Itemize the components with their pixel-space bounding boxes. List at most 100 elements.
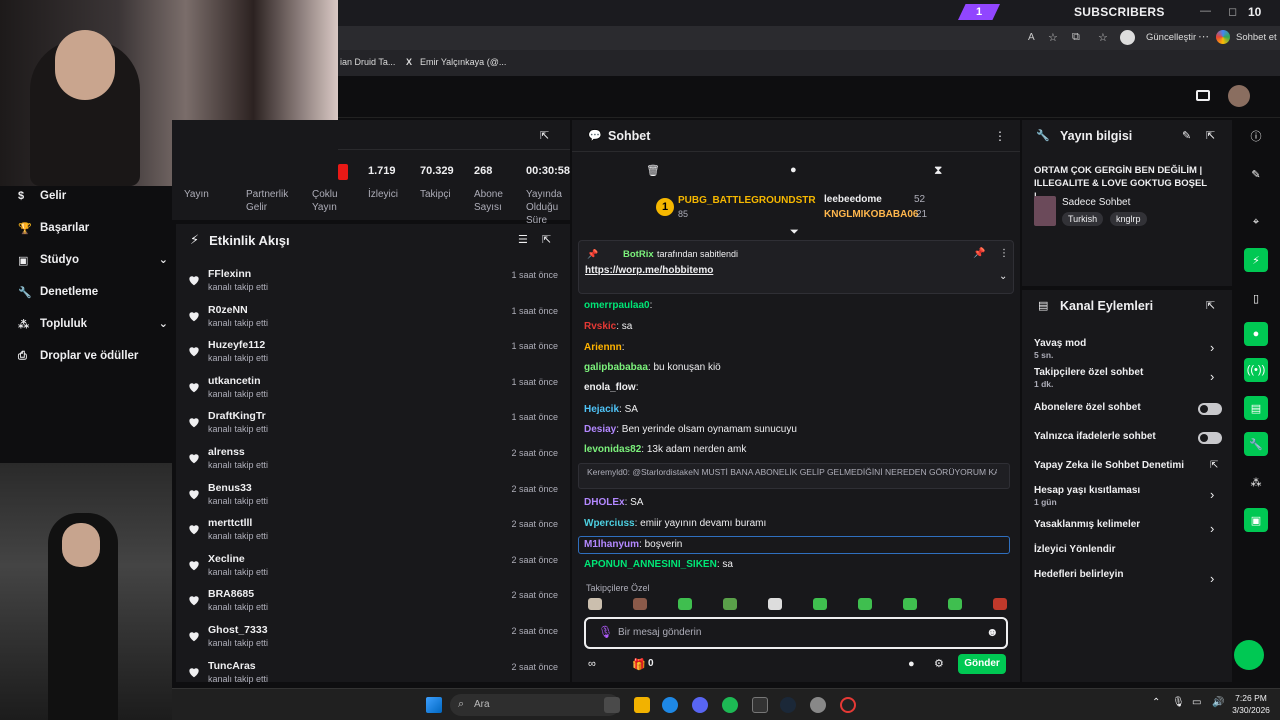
taskbar-search[interactable]: ⌕ Ara: [450, 694, 620, 716]
sidebar-item-4[interactable]: ⁂ Topluluk ⌄: [18, 314, 168, 334]
external-link-icon[interactable]: ⇱: [1210, 460, 1218, 471]
feed-user-name[interactable]: FFlexinn: [208, 268, 251, 280]
lightning-icon[interactable]: ⚡: [1244, 248, 1268, 272]
toggle-switch[interactable]: [1198, 432, 1222, 444]
collapse-icon[interactable]: ⏷: [790, 226, 799, 239]
microphone-icon[interactable]: 🎙: [598, 625, 613, 639]
restore-icon[interactable]: ◻: [1228, 5, 1237, 18]
feed-user-name[interactable]: Xecline: [208, 553, 245, 565]
pinned-menu-icon[interactable]: ⋮: [999, 248, 1009, 259]
info-icon[interactable]: ⓘ: [1244, 124, 1268, 148]
chat-button[interactable]: Sohbet et: [1236, 32, 1277, 43]
chat-username[interactable]: levonidas82: [584, 444, 641, 455]
broadcast-icon[interactable]: ((•)): [1244, 358, 1268, 382]
channel-action-label[interactable]: Hesap yaşı kısıtlaması: [1034, 485, 1140, 496]
chevron-right-icon[interactable]: ›: [1210, 369, 1214, 384]
edit-icon[interactable]: ✎: [1244, 162, 1268, 186]
document-icon[interactable]: ▯: [1244, 286, 1268, 310]
wrench-icon[interactable]: 🔧: [1244, 432, 1268, 456]
clapper-icon[interactable]: ▣: [1244, 508, 1268, 532]
chat-icon[interactable]: ●: [790, 164, 797, 176]
feed-user-name[interactable]: R0zeNN: [208, 304, 248, 316]
settings-gear-icon[interactable]: ⚙: [934, 657, 944, 670]
channel-action-label[interactable]: Hedefleri belirleyin: [1034, 569, 1123, 580]
popout-icon[interactable]: ⇱: [542, 233, 551, 246]
channel-action-label[interactable]: İzleyici Yönlendir: [1034, 544, 1116, 555]
emote-icon[interactable]: [588, 598, 602, 610]
spotify-icon[interactable]: [722, 697, 738, 713]
chat-username[interactable]: galipbababaa: [584, 362, 648, 373]
unpin-icon[interactable]: 📌: [973, 248, 985, 259]
settings-icon[interactable]: [810, 697, 826, 713]
feed-user-name[interactable]: Ghost_7333: [208, 624, 268, 636]
obs-icon[interactable]: [840, 697, 856, 713]
microphone-tray-icon[interactable]: 🎙: [1172, 697, 1185, 708]
stream-manager-icon[interactable]: [1196, 90, 1210, 101]
popout-icon[interactable]: ⇱: [1206, 299, 1215, 312]
chat-username[interactable]: Ariennn: [584, 342, 622, 353]
tray-chevron-icon[interactable]: ⌃: [1152, 697, 1160, 708]
user-avatar[interactable]: [1228, 85, 1250, 107]
tag-chip[interactable]: knglrp: [1110, 212, 1147, 226]
emoji-icon[interactable]: ☻: [986, 625, 999, 639]
chat-username[interactable]: Wperciuss: [584, 518, 635, 529]
emote-icon[interactable]: [903, 598, 917, 610]
feed-user-name[interactable]: TuncAras: [208, 660, 256, 672]
trash-icon[interactable]: 🗑: [646, 164, 660, 177]
reply-message-box[interactable]: Keremyld0: @StarlordistakeN MUSTİ BANA A…: [578, 463, 1010, 489]
taskbar-time[interactable]: 7:26 PM: [1226, 693, 1276, 703]
chevron-right-icon[interactable]: ›: [1210, 521, 1214, 536]
chevron-down-icon[interactable]: ⌄: [159, 253, 168, 266]
task-view-icon[interactable]: [604, 697, 620, 713]
gift-icon[interactable]: 🎁: [632, 658, 646, 671]
taskbar-date[interactable]: 3/30/2026: [1226, 705, 1276, 715]
sidebar-item-5[interactable]: ⎙ Droplar ve ödüller: [18, 346, 168, 366]
collections-icon[interactable]: ☆: [1098, 31, 1108, 44]
volume-icon[interactable]: 🔊: [1212, 697, 1224, 708]
chevron-right-icon[interactable]: ›: [1210, 340, 1214, 355]
edit-pencil-icon[interactable]: ✎: [1182, 129, 1191, 142]
emote-icon[interactable]: [678, 598, 692, 610]
channel-actions-icon[interactable]: ▤: [1244, 396, 1268, 420]
chevron-down-icon[interactable]: ⌄: [159, 317, 168, 330]
channel-action-label[interactable]: Yasaklanmış kelimeler: [1034, 519, 1140, 530]
chat-username[interactable]: enola_flow: [584, 382, 636, 393]
channel-action-label[interactable]: Abonelere özel sohbet: [1034, 402, 1141, 413]
profile-avatar[interactable]: [1120, 30, 1135, 45]
sidebar-item-0[interactable]: $ Gelir: [18, 186, 168, 206]
send-button[interactable]: Gönder: [958, 654, 1006, 674]
chevron-right-icon[interactable]: ›: [1210, 487, 1214, 502]
edge-browser-icon[interactable]: [662, 697, 678, 713]
feed-user-name[interactable]: DraftKingTr: [208, 410, 266, 422]
chat-username[interactable]: APONUN_ANNESINI_SIKEN: [584, 559, 717, 570]
chat-username[interactable]: omerrpaulaa0: [584, 300, 650, 311]
emote-icon[interactable]: [813, 598, 827, 610]
filter-icon[interactable]: ☰: [518, 233, 528, 246]
channel-action-label[interactable]: Yalnızca ifadelerle sohbet: [1034, 431, 1156, 442]
terminal-icon[interactable]: [752, 697, 768, 713]
emote-icon[interactable]: [723, 598, 737, 610]
chat-username[interactable]: Rvskic: [584, 321, 616, 332]
channel-action-label[interactable]: Yavaş mod: [1034, 338, 1086, 349]
channel-points-icon[interactable]: ∞: [588, 658, 596, 670]
camera-icon[interactable]: ⌖: [1244, 210, 1268, 234]
feed-user-name[interactable]: Huzeyfe112: [208, 339, 265, 351]
sidebar-item-1[interactable]: 🏆 Başarılar: [18, 218, 168, 238]
emote-icon[interactable]: [768, 598, 782, 610]
help-support-icon[interactable]: [1234, 640, 1264, 670]
more-icon[interactable]: ⋯: [1198, 30, 1209, 43]
pinned-message[interactable]: 📌 BotRix tarafından sabitlendi https://w…: [578, 240, 1014, 294]
windows-start-icon[interactable]: [426, 697, 442, 713]
feed-user-name[interactable]: BRA8685: [208, 588, 254, 600]
copilot-icon[interactable]: [1216, 30, 1230, 44]
feed-user-name[interactable]: utkancetin: [208, 375, 261, 387]
extensions-icon[interactable]: ⧉: [1072, 31, 1080, 44]
chat-username[interactable]: Desiay: [584, 424, 616, 435]
pinned-by-user[interactable]: BotRix: [623, 249, 654, 260]
network-icon[interactable]: ▭: [1192, 697, 1201, 708]
steam-icon[interactable]: [780, 697, 796, 713]
emote-icon[interactable]: [993, 598, 1007, 610]
chat-username[interactable]: Hejacik: [584, 404, 619, 415]
emote-icon[interactable]: [633, 598, 647, 610]
sidebar-item-3[interactable]: 🔧 Denetleme: [18, 282, 168, 302]
